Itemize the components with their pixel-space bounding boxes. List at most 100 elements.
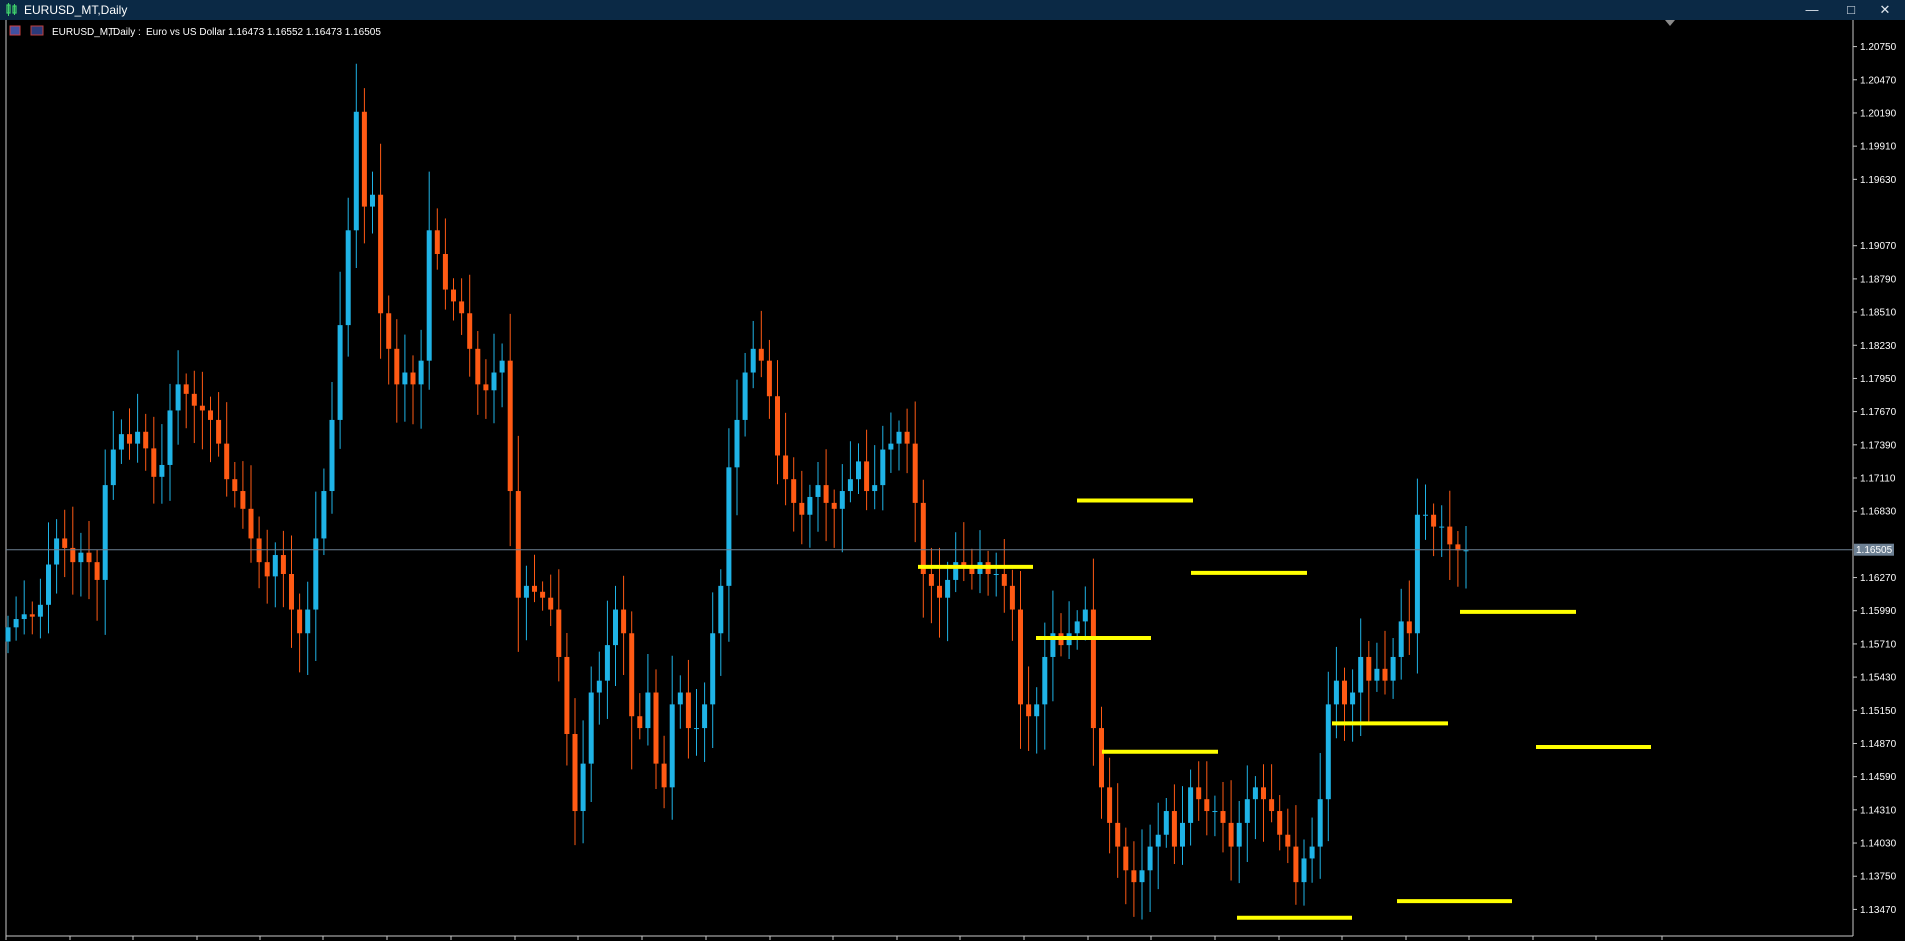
candle-body (483, 384, 489, 391)
candle (580, 720, 586, 844)
candle (807, 484, 813, 548)
candle-body (475, 348, 481, 385)
candle-body (1301, 858, 1307, 883)
candle-body (1431, 514, 1437, 527)
candle (378, 143, 384, 359)
candle (1212, 795, 1218, 837)
candle-body (1447, 526, 1453, 545)
candle-body (564, 656, 570, 734)
candle-body (175, 384, 181, 411)
info-separator-2: : (138, 27, 141, 38)
candle (353, 63, 359, 268)
candle-body (208, 410, 213, 420)
candle (1252, 776, 1258, 840)
candle-body (280, 555, 286, 574)
candle (1236, 800, 1242, 884)
candle-body (1196, 787, 1202, 800)
y-tick-label: 1.17110 (1860, 474, 1896, 485)
info-symbol: EURUSD_MT (52, 27, 114, 38)
candle-body (1212, 811, 1218, 813)
candle-body (1269, 799, 1275, 812)
candle (402, 334, 408, 422)
candle-body (1423, 514, 1428, 516)
candle-body (945, 579, 951, 598)
candle (386, 295, 392, 385)
candle (548, 574, 554, 627)
candle (710, 592, 716, 748)
candle-body (264, 562, 270, 577)
candle (345, 197, 351, 357)
candle-body (451, 289, 456, 302)
candle-body (199, 405, 205, 411)
candle-body (1342, 680, 1347, 705)
candle (1301, 839, 1307, 906)
candle (434, 208, 440, 270)
candle (459, 278, 465, 335)
candle (102, 449, 108, 635)
candle (507, 313, 513, 547)
y-tick-label: 1.16830 (1860, 507, 1897, 518)
price-axis[interactable]: 1.20750 1.20470 1.20190 1.19910 1.19630 1.190… (1853, 42, 1897, 916)
candle-body (556, 609, 562, 657)
candle (799, 470, 805, 545)
y-tick-label: 1.18790 (1860, 274, 1897, 285)
chart-shift-marker[interactable] (1665, 20, 1675, 26)
candle-body (532, 585, 537, 592)
candle-body (329, 419, 335, 492)
candle (1082, 586, 1088, 641)
symbol-info: EURUSD_MT , Daily : Euro vs US Dollar 1.… (9, 25, 381, 38)
candle-body (1034, 704, 1040, 717)
candle-body (297, 609, 303, 634)
candle-body (791, 479, 797, 503)
candle (321, 468, 327, 556)
candle-body (928, 574, 934, 586)
time-axis[interactable]: 26 Nov 20255 Dec 202515 Dec 202524 Dec 2… (5, 936, 1719, 941)
candle (661, 735, 667, 809)
candle (1155, 802, 1161, 890)
candle (985, 550, 991, 596)
close-button[interactable]: ✕ (1865, 0, 1905, 20)
candle-body (232, 479, 238, 492)
candle (831, 489, 837, 548)
candle-body (685, 692, 691, 729)
candle (135, 393, 141, 463)
candle (1034, 687, 1040, 754)
candle-body (815, 485, 821, 497)
candle-body (118, 434, 124, 450)
candle (62, 509, 68, 578)
minimize-button[interactable]: — (1792, 0, 1832, 20)
candle (451, 278, 456, 321)
candle (418, 329, 424, 429)
candle (1374, 642, 1380, 692)
candle-body (604, 645, 610, 681)
candle (191, 370, 197, 444)
candlestick-chart[interactable]: EURUSD_MT , Daily : Euro vs US Dollar 1.… (0, 20, 1905, 941)
candle (1107, 757, 1113, 854)
candle-body (677, 692, 683, 705)
candle-body (434, 230, 440, 254)
candle (183, 373, 189, 429)
candle (904, 408, 910, 474)
candle (750, 320, 756, 389)
candle-body (1463, 550, 1469, 552)
candle (645, 654, 651, 746)
candle (629, 611, 635, 770)
candle (329, 382, 335, 514)
candle (94, 550, 100, 621)
candle (289, 535, 294, 648)
candle-body (1204, 799, 1210, 812)
candle (896, 420, 902, 471)
candle (1220, 782, 1226, 853)
close-icon: ✕ (1879, 2, 1891, 17)
candle (685, 659, 691, 759)
candle-body (1131, 870, 1137, 883)
candle (1439, 505, 1445, 557)
candle-body (272, 555, 278, 577)
candle (920, 479, 926, 618)
candle-body (159, 464, 165, 477)
candle (151, 416, 157, 504)
candle (1342, 667, 1347, 741)
chart-area[interactable]: EURUSD_MT , Daily : Euro vs US Dollar 1.… (0, 20, 1905, 941)
candle (118, 419, 124, 464)
candle-body (216, 419, 222, 444)
